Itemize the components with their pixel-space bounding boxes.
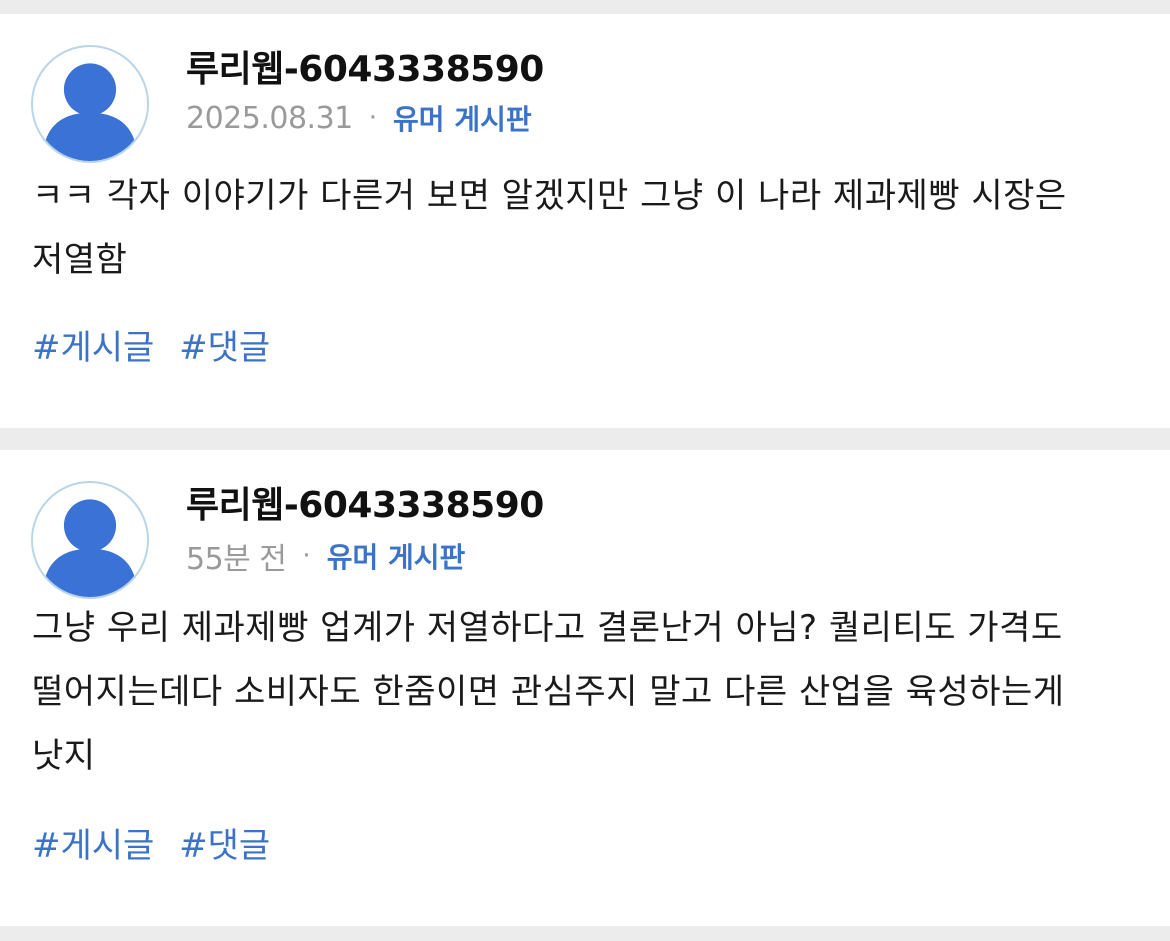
- tag-post[interactable]: #게시글: [32, 328, 154, 368]
- tag-list: #게시글 #댓글: [32, 818, 284, 867]
- comment-card: 루리웹-6043338590 2025.08.31 · 유머 게시판 ㅋㅋ 각자…: [0, 14, 1170, 428]
- tag-comment[interactable]: #댓글: [179, 826, 270, 866]
- comment-feed: 루리웹-6043338590 2025.08.31 · 유머 게시판 ㅋㅋ 각자…: [0, 0, 1170, 941]
- board-link[interactable]: 유머 게시판: [327, 536, 466, 576]
- comment-card: 루리웹-6043338590 55분 전 · 유머 게시판 그냥 우리 제과제빵…: [0, 450, 1170, 926]
- tag-post[interactable]: #게시글: [32, 826, 154, 866]
- comment-text: ㅋㅋ 각자 이야기가 다른거 보면 알겠지만 그냥 이 나라 제과제빵 시장은 …: [32, 176, 1067, 280]
- post-time: 2025.08.31: [186, 100, 353, 136]
- meta-separator: ·: [302, 541, 311, 571]
- post-meta: 55분 전 · 유머 게시판: [186, 534, 465, 578]
- user-silhouette: [42, 499, 138, 597]
- board-link[interactable]: 유머 게시판: [393, 98, 532, 138]
- author-name[interactable]: 루리웹-6043338590: [186, 476, 544, 528]
- user-silhouette: [42, 63, 138, 161]
- meta-separator: ·: [368, 103, 378, 133]
- post-time: 55분 전: [186, 542, 287, 577]
- tag-list: #게시글 #댓글: [32, 320, 284, 369]
- post-meta: 2025.08.31 · 유머 게시판: [186, 98, 532, 138]
- user-avatar-icon[interactable]: [31, 481, 149, 599]
- user-avatar-icon[interactable]: [31, 45, 149, 163]
- tag-comment[interactable]: #댓글: [179, 328, 270, 368]
- author-name[interactable]: 루리웹-6043338590: [186, 40, 544, 92]
- comment-text: 그냥 우리 제과제빵 업계가 저열하다고 결론난거 아님? 퀄리티도 가격도 떨…: [32, 608, 1065, 776]
